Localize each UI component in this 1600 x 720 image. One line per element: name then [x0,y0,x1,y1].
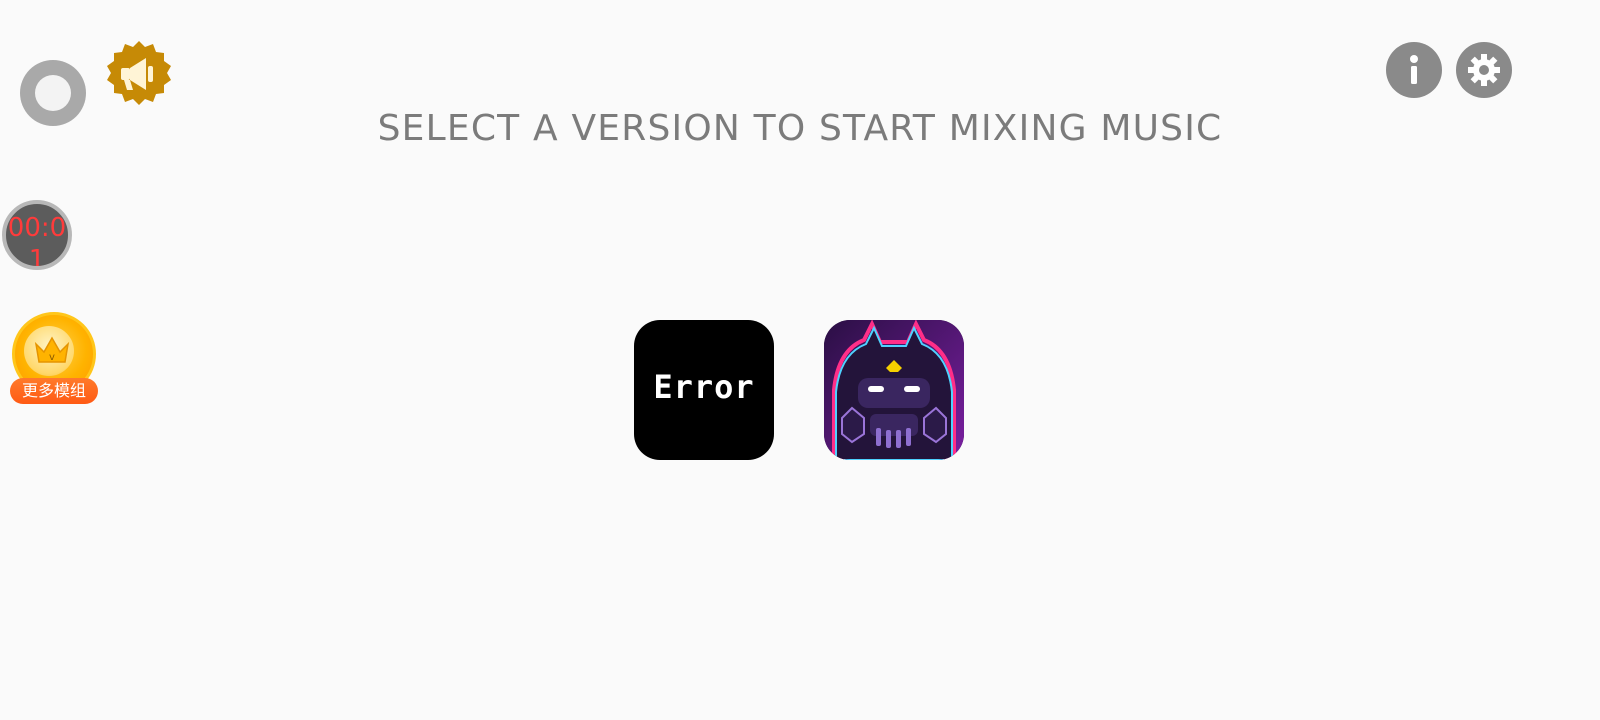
app-screen: 00:01 v 更多模组 SELECT A VERSION TO START M… [0,0,1600,720]
megaphone-badge-icon [107,41,171,105]
timer-bubble[interactable]: 00:01 [2,200,72,270]
robot-character-image [824,320,964,460]
more-mods-button[interactable]: v 更多模组 [10,312,98,408]
crown-icon: v [34,336,70,363]
svg-text:v: v [49,352,55,363]
info-icon [1410,55,1418,84]
page-title: SELECT A VERSION TO START MIXING MUSIC [377,108,1223,149]
announcement-button[interactable] [106,40,172,106]
more-mods-label: 更多模组 [10,378,98,404]
version-card-label: Error [653,368,755,406]
version-card-error[interactable]: Error [634,320,774,460]
info-button[interactable] [1386,42,1442,98]
gear-icon [1468,54,1500,86]
timer-text: 00:01 [7,213,67,270]
version-card-robot[interactable] [824,320,964,460]
settings-button[interactable] [1456,42,1512,98]
